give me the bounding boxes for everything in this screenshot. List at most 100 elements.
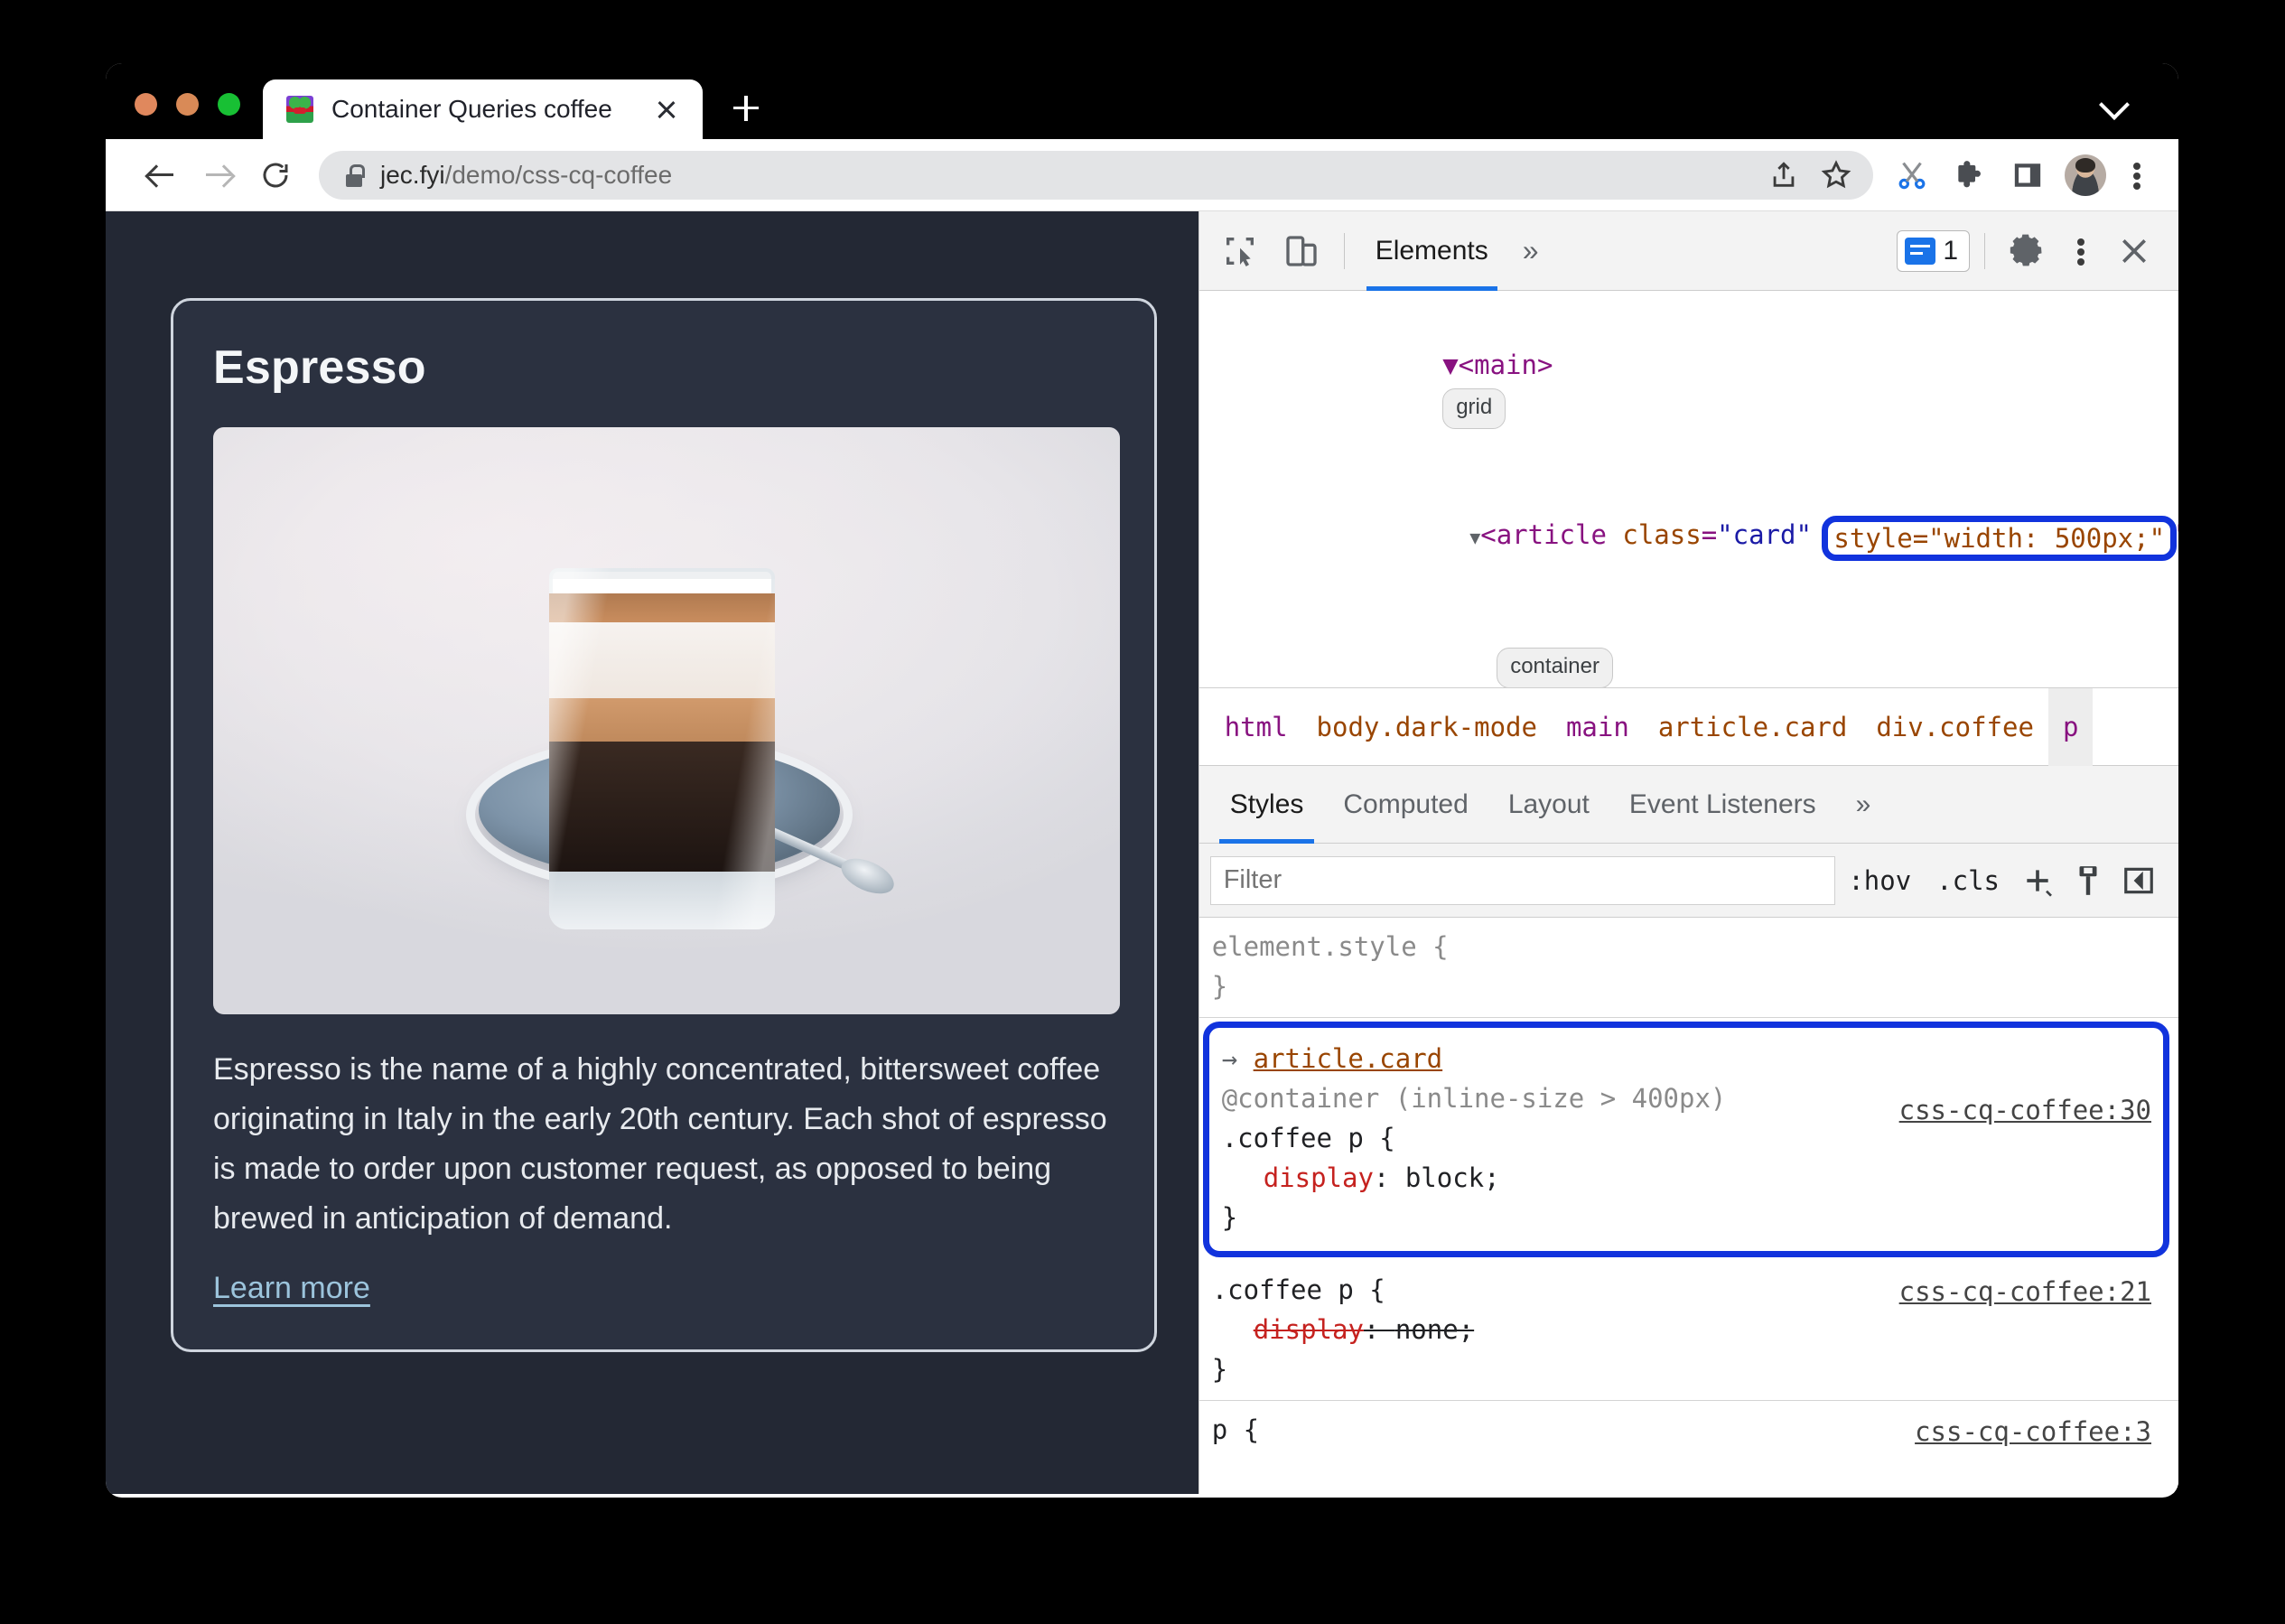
rule-p[interactable]: css-cq-coffee:3 p { (1199, 1401, 2178, 1461)
scissors-icon[interactable] (1886, 149, 1938, 201)
devtools-menu-icon[interactable] (2061, 225, 2101, 277)
rule-coffee-p[interactable]: css-cq-coffee:21 .coffee p { display: no… (1198, 1261, 2178, 1401)
expand-triangle-icon[interactable]: ▼ (1469, 527, 1480, 548)
avatar[interactable] (2059, 149, 2112, 201)
browser-tab[interactable]: Container Queries coffee (263, 79, 703, 139)
hover-state-button[interactable]: :hov (1835, 865, 1924, 896)
tab-layout[interactable]: Layout (1488, 766, 1609, 844)
device-toolbar-icon[interactable] (1273, 223, 1329, 279)
breadcrumb-item-div[interactable]: div.coffee (1861, 688, 2048, 766)
tab-more-icon[interactable]: » (1836, 766, 1891, 844)
rule-coffee-p-close: } (1211, 1353, 1228, 1385)
forward-icon[interactable] (189, 146, 247, 204)
espresso-photo (213, 427, 1120, 1014)
reload-icon[interactable] (247, 146, 304, 204)
inherit-line: → article.card (1222, 1039, 2163, 1078)
grid-badge[interactable]: grid (1442, 387, 1506, 429)
issues-counter-button[interactable]: 1 (1897, 229, 1970, 272)
container-badge[interactable]: container (1497, 648, 1613, 687)
computed-sidebar-icon[interactable] (2113, 855, 2164, 906)
breadcrumb: html body.dark-mode main article.card di… (1198, 687, 2178, 766)
maximize-window-button[interactable] (218, 93, 240, 116)
side-panel-icon[interactable] (2001, 149, 2054, 201)
rule-element-style[interactable]: element.style { } (1198, 918, 2178, 1019)
minimize-window-button[interactable] (176, 93, 199, 116)
page-viewport: Espresso Espresso is the name of a highl… (106, 211, 1198, 1494)
filter-input[interactable] (1209, 855, 1836, 905)
inherit-arrow-icon: → (1221, 1043, 1238, 1075)
close-devtools-icon[interactable] (2106, 223, 2162, 279)
rule-p-source-link[interactable]: css-cq-coffee:3 (1915, 1412, 2151, 1451)
new-tab-button[interactable] (719, 81, 773, 135)
declaration-value[interactable]: block; (1405, 1162, 1500, 1193)
class-editor-button[interactable]: .cls (1924, 865, 2012, 896)
toolbar-divider-2 (1984, 232, 1985, 269)
learn-more-link[interactable]: Learn more (213, 1271, 370, 1306)
tab-event-listeners[interactable]: Event Listeners (1609, 766, 1836, 844)
declaration-value-struck[interactable]: none; (1395, 1314, 1474, 1345)
more-tabs-icon[interactable]: » (1510, 234, 1552, 267)
dom-node-article-tag: <article (1480, 518, 1623, 550)
dom-node-container-badge-row[interactable]: container (1199, 603, 2178, 687)
chevron-down-icon[interactable] (2098, 89, 2129, 119)
declaration-display-block[interactable]: display: block; (1222, 1158, 2163, 1198)
url-host: jec.fyi (380, 160, 445, 189)
issues-count: 1 (1943, 235, 1958, 266)
devtools-toolbar: Elements » 1 (1198, 211, 2178, 291)
card-body-text: Espresso is the name of a highly concent… (213, 1052, 1107, 1237)
rule-container-source-link[interactable]: css-cq-coffee:30 (1899, 1090, 2151, 1130)
rule-coffee-p-source-link[interactable]: css-cq-coffee:21 (1899, 1272, 2151, 1311)
crema-layer (549, 593, 775, 622)
content-area: Espresso Espresso is the name of a highl… (106, 211, 2178, 1494)
browser-menu-icon[interactable] (2117, 149, 2157, 201)
tab-strip: Container Queries coffee (106, 63, 2178, 139)
tab-title: Container Queries coffee (331, 95, 612, 123)
tab-styles[interactable]: Styles (1210, 766, 1324, 844)
rule-container-wrap: → article.card @container (inline-size >… (1199, 1022, 2178, 1257)
dom-tree[interactable]: ▼<main> grid ▼<article class="card" styl… (1198, 291, 2178, 688)
breadcrumb-item-article[interactable]: article.card (1644, 688, 1862, 766)
dom-node-article[interactable]: ▼<article class="card" style="width: 500… (1199, 471, 2178, 603)
breadcrumb-item-main[interactable]: main (1552, 688, 1644, 766)
inherited-from-link[interactable]: article.card (1254, 1043, 1443, 1074)
dom-node-article-tail: '> (2171, 519, 2178, 550)
dom-node-main[interactable]: ▼<main> grid (1199, 302, 2178, 471)
rule-container-close: } (1221, 1202, 1238, 1234)
declaration-display-none[interactable]: display: none; (1212, 1310, 2178, 1349)
bookmark-star-icon[interactable] (1812, 151, 1861, 200)
browser-window: Container Queries coffee jec.fyi/demo/cs… (106, 63, 2178, 1498)
tab-computed[interactable]: Computed (1323, 766, 1488, 844)
extensions-puzzle-icon[interactable] (1944, 149, 1996, 201)
browser-toolbar: jec.fyi/demo/css-cq-coffee (106, 139, 2178, 211)
address-bar[interactable]: jec.fyi/demo/css-cq-coffee (319, 150, 1873, 200)
devtools-tab-elements[interactable]: Elements (1359, 211, 1505, 291)
styles-filter-bar: :hov .cls (1198, 844, 2178, 918)
highlight-style-attribute[interactable]: style="width: 500px;" (1822, 515, 2178, 562)
css-rules-pane[interactable]: element.style { } → article.card @contai… (1198, 918, 2178, 1494)
coffee-favicon-icon (286, 96, 313, 123)
rule-element-style-selector[interactable]: element.style { (1212, 927, 2178, 966)
breadcrumb-item-body[interactable]: body.dark-mode (1302, 688, 1552, 766)
declaration-property-struck[interactable]: display (1254, 1314, 1364, 1345)
close-tab-icon[interactable] (648, 91, 685, 127)
dom-attr-class-value: "card" (1717, 518, 1812, 550)
milk-layer (549, 698, 775, 742)
element-state-icon[interactable] (2063, 855, 2113, 906)
url-path: /demo/css-cq-coffee (444, 160, 673, 189)
share-icon[interactable] (1759, 151, 1808, 200)
new-rule-icon[interactable] (2012, 855, 2063, 906)
dom-attr-class: class (1622, 518, 1702, 550)
toolbar-extensions (1886, 149, 2157, 201)
rule-container-query[interactable]: → article.card @container (inline-size >… (1202, 1022, 2169, 1257)
lock-icon (344, 163, 365, 187)
inspect-element-icon[interactable] (1212, 223, 1268, 279)
close-window-button[interactable] (135, 93, 157, 116)
dom-attr-style: style="width: 500px;" (1833, 522, 2166, 554)
breadcrumb-item-p[interactable]: p (2047, 687, 2094, 766)
coffee-layer (549, 742, 775, 872)
declaration-property[interactable]: display (1264, 1162, 1374, 1193)
profile-avatar-image (2065, 154, 2106, 196)
breadcrumb-item-html[interactable]: html (1210, 688, 1302, 766)
gear-icon[interactable] (2000, 223, 2056, 279)
back-icon[interactable] (131, 146, 189, 204)
